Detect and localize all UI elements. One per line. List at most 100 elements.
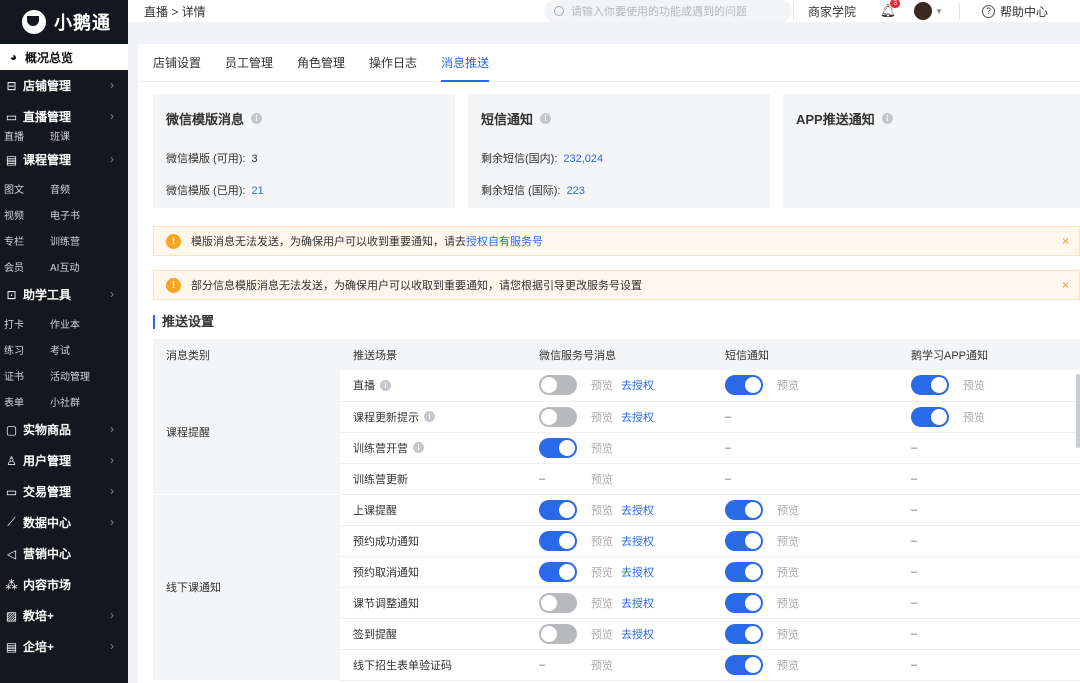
switch-toggle[interactable] — [911, 406, 949, 427]
authorize-link[interactable]: 去授权 — [621, 502, 654, 518]
card-value-link[interactable]: 223 — [566, 185, 584, 197]
logo[interactable]: 小鹅通 — [0, 0, 128, 44]
authorize-link[interactable]: 去授权 — [621, 377, 654, 393]
authorize-link[interactable]: 去授权 — [621, 626, 654, 642]
authorize-link[interactable]: 去授权 — [621, 409, 654, 425]
sidebar-item[interactable]: ▤ 企培+ › — [0, 631, 128, 662]
switch-toggle[interactable] — [725, 530, 763, 551]
sidebar-subitem[interactable]: 音频 — [50, 181, 70, 196]
tab-4[interactable]: 消息推送 — [441, 44, 490, 82]
switch-toggle[interactable] — [725, 654, 763, 675]
sidebar-subitem[interactable]: 活动管理 — [50, 368, 90, 383]
sidebar-subitem[interactable]: 练习 — [0, 342, 50, 357]
search-input[interactable]: 请输入你要使用的功能或遇到的问题 — [544, 0, 792, 22]
sidebar-item-overview[interactable]: ◕ 概况总览 — [0, 44, 128, 70]
sidebar-item[interactable]: ⊡ 助学工具 › — [0, 279, 128, 310]
sidebar-item[interactable]: ▨ 教培+ › — [0, 600, 128, 631]
tab-2[interactable]: 角色管理 — [297, 44, 345, 81]
switch-toggle[interactable] — [911, 375, 949, 396]
help-center-link[interactable]: ? 帮助中心 — [958, 2, 1080, 20]
sms-cell: 预览 — [712, 618, 898, 650]
switch-toggle[interactable] — [725, 623, 763, 644]
preview-link[interactable]: 预览 — [591, 626, 613, 642]
sidebar-subitem[interactable]: 电子书 — [50, 207, 80, 222]
switch-toggle[interactable] — [725, 375, 763, 396]
card-value-link[interactable]: 21 — [251, 185, 263, 197]
preview-link[interactable]: 预览 — [777, 595, 799, 611]
switch-toggle[interactable] — [539, 592, 577, 613]
sidebar-item[interactable]: ◁ 营销中心 — [0, 538, 128, 569]
switch-toggle[interactable] — [539, 623, 577, 644]
info-icon[interactable]: i — [413, 442, 424, 453]
sidebar-subitem[interactable]: 专栏 — [0, 233, 50, 248]
academy-link[interactable]: 商家学院 — [793, 2, 870, 20]
sidebar-subitem[interactable]: 图文 — [0, 181, 50, 196]
sidebar-item[interactable]: ▢ 实物商品 › — [0, 414, 128, 445]
sidebar-subitem[interactable]: 表单 — [0, 394, 50, 409]
info-icon[interactable]: i — [424, 411, 435, 422]
tab-0[interactable]: 店铺设置 — [153, 44, 201, 81]
card-value-link[interactable]: 232,024 — [563, 153, 603, 165]
sidebar-subitem[interactable]: 会员 — [0, 259, 50, 274]
tab-3[interactable]: 操作日志 — [369, 44, 417, 81]
chevron-down-icon[interactable]: ▼ — [935, 7, 943, 16]
preview-link[interactable]: 预览 — [591, 377, 613, 393]
preview-link[interactable]: 预览 — [777, 657, 799, 673]
sidebar-subitem[interactable]: 作业本 — [50, 316, 80, 331]
info-icon[interactable]: i — [251, 113, 263, 124]
preview-link[interactable]: 预览 — [777, 564, 799, 580]
sidebar-item[interactable]: ▭ 直播管理 › — [0, 101, 128, 132]
preview-link[interactable]: 预览 — [591, 533, 613, 549]
sidebar-item[interactable]: ⟋ 数据中心 › — [0, 507, 128, 538]
info-icon[interactable]: i — [881, 113, 893, 124]
close-icon[interactable]: × — [1062, 278, 1069, 292]
switch-toggle[interactable] — [539, 499, 577, 520]
close-icon[interactable]: × — [1062, 234, 1069, 248]
preview-link[interactable]: 预览 — [963, 377, 985, 393]
sidebar-subitem[interactable]: 打卡 — [0, 316, 50, 331]
switch-toggle[interactable] — [539, 437, 577, 458]
preview-link[interactable]: 预览 — [777, 377, 799, 393]
switch-toggle[interactable] — [725, 561, 763, 582]
authorize-link[interactable]: 去授权 — [621, 533, 654, 549]
scrollbar[interactable] — [1076, 374, 1080, 448]
switch-toggle[interactable] — [539, 530, 577, 551]
preview-link[interactable]: 预览 — [591, 409, 613, 425]
info-icon[interactable]: i — [540, 113, 552, 124]
sidebar-subitem[interactable]: AI互动 — [50, 259, 79, 274]
tab-1[interactable]: 员工管理 — [225, 44, 273, 81]
switch-toggle[interactable] — [725, 592, 763, 613]
sidebar-subitem[interactable]: 小社群 — [50, 394, 80, 409]
authorize-link[interactable]: 去授权 — [621, 595, 654, 611]
sidebar-subitem[interactable]: 训练营 — [50, 233, 80, 248]
preview-link[interactable]: 预览 — [591, 502, 613, 518]
bell-icon[interactable]: 🔔︎ 3 — [876, 0, 901, 19]
sidebar-item[interactable]: ⁂ 内容市场 — [0, 569, 128, 600]
sidebar-item-label: 企培+ — [23, 640, 55, 654]
authorize-service-link[interactable]: 授权自有服务号 — [466, 233, 543, 249]
preview-link[interactable]: 预览 — [591, 471, 613, 487]
info-icon[interactable]: i — [380, 379, 391, 391]
authorize-link[interactable]: 去授权 — [621, 564, 654, 580]
preview-link[interactable]: 预览 — [777, 626, 799, 642]
preview-link[interactable]: 预览 — [777, 502, 799, 518]
preview-link[interactable]: 预览 — [591, 564, 613, 580]
switch-toggle[interactable] — [725, 499, 763, 520]
wechat-template-card: 微信模版消息 i 微信模版 (可用): 3 微信模版 (已用): 21 — [153, 94, 455, 208]
preview-link[interactable]: 预览 — [591, 440, 613, 456]
preview-link[interactable]: 预览 — [591, 595, 613, 611]
sidebar-item[interactable]: ▤ 课程管理 › — [0, 144, 128, 175]
sidebar-subitem[interactable]: 考试 — [50, 342, 70, 357]
preview-link[interactable]: 预览 — [777, 533, 799, 549]
sidebar-item[interactable]: ▭ 交易管理 › — [0, 476, 128, 507]
switch-toggle[interactable] — [539, 375, 577, 396]
avatar[interactable] — [914, 2, 933, 20]
sidebar-subitem[interactable]: 证书 — [0, 368, 50, 383]
switch-toggle[interactable] — [539, 406, 577, 427]
sidebar-item[interactable]: ⊟ 店铺管理 › — [0, 70, 128, 101]
sidebar-subitem[interactable]: 视频 — [0, 207, 50, 222]
switch-toggle[interactable] — [539, 561, 577, 582]
preview-link[interactable]: 预览 — [591, 657, 613, 673]
preview-link[interactable]: 预览 — [963, 409, 985, 425]
sidebar-item[interactable]: ♙ 用户管理 › — [0, 445, 128, 476]
